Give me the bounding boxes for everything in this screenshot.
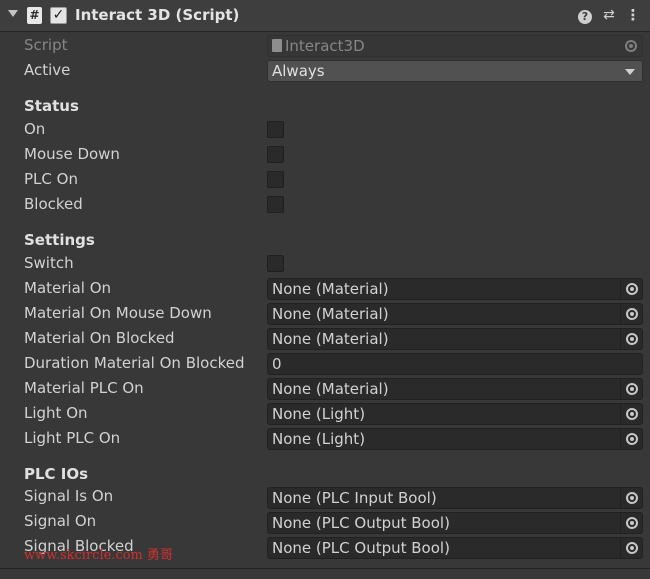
- divider: [0, 568, 650, 569]
- light-plc-on-field[interactable]: None (Light): [267, 428, 643, 450]
- material-plc-on-label: Material PLC On: [24, 379, 144, 397]
- signal-on-field[interactable]: None (PLC Output Bool): [267, 512, 643, 534]
- material-on-mouse-down-value: None (Material): [272, 305, 389, 323]
- light-on-label: Light On: [24, 404, 88, 422]
- signal-on-label: Signal On: [24, 512, 97, 530]
- active-value: Always: [272, 62, 325, 80]
- switch-checkbox[interactable]: [267, 255, 284, 272]
- light-plc-on-label: Light PLC On: [24, 429, 121, 447]
- object-picker-icon[interactable]: [620, 404, 642, 424]
- material-on-mouse-down-label: Material On Mouse Down: [24, 304, 212, 322]
- material-plc-on-value: None (Material): [272, 380, 389, 398]
- script-label: Script: [24, 36, 68, 54]
- status-blocked-label: Blocked: [24, 195, 83, 213]
- signal-is-on-value: None (PLC Input Bool): [272, 489, 437, 507]
- object-picker-icon[interactable]: [620, 329, 642, 349]
- duration-material-on-blocked-input[interactable]: 0: [267, 353, 643, 375]
- object-picker-icon[interactable]: [620, 488, 642, 508]
- object-picker-icon[interactable]: [620, 429, 642, 449]
- object-picker-icon[interactable]: [620, 279, 642, 299]
- status-mouse-down-label: Mouse Down: [24, 145, 120, 163]
- duration-material-on-blocked-label: Duration Material On Blocked: [24, 354, 245, 372]
- help-icon[interactable]: ?: [576, 6, 594, 24]
- hash-script-icon: #: [27, 7, 42, 24]
- status-on-label: On: [24, 120, 46, 138]
- dropdown-arrow-icon: [625, 69, 635, 75]
- switch-label: Switch: [24, 254, 74, 272]
- component-header[interactable]: # ✓ Interact 3D (Script) ? ⇄ ⋮: [0, 0, 650, 32]
- enabled-checkbox[interactable]: ✓: [50, 7, 67, 24]
- status-plc-on-checkbox[interactable]: [267, 171, 284, 188]
- script-value: Interact3D: [285, 37, 365, 55]
- material-plc-on-field[interactable]: None (Material): [267, 378, 643, 400]
- foldout-arrow-icon[interactable]: [8, 10, 18, 17]
- signal-is-on-label: Signal Is On: [24, 487, 114, 505]
- signal-is-on-field[interactable]: None (PLC Input Bool): [267, 487, 643, 509]
- object-picker-icon[interactable]: [620, 379, 642, 399]
- material-on-blocked-label: Material On Blocked: [24, 329, 175, 347]
- object-picker-icon: [620, 36, 642, 56]
- signal-blocked-field[interactable]: None (PLC Output Bool): [267, 537, 643, 559]
- material-on-blocked-field[interactable]: None (Material): [267, 328, 643, 350]
- light-plc-on-value: None (Light): [272, 430, 366, 448]
- signal-on-value: None (PLC Output Bool): [272, 514, 450, 532]
- active-dropdown[interactable]: Always: [267, 60, 643, 82]
- material-on-mouse-down-field[interactable]: None (Material): [267, 303, 643, 325]
- status-heading: Status: [24, 97, 79, 115]
- light-on-field[interactable]: None (Light): [267, 403, 643, 425]
- status-blocked-checkbox[interactable]: [267, 196, 284, 213]
- light-on-value: None (Light): [272, 405, 366, 423]
- object-picker-icon[interactable]: [620, 304, 642, 324]
- material-on-label: Material On: [24, 279, 112, 297]
- script-file-icon: [272, 39, 282, 52]
- preset-icon[interactable]: ⇄: [600, 6, 618, 24]
- script-field: Interact3D: [267, 35, 643, 57]
- active-label: Active: [24, 61, 71, 79]
- kebab-menu-icon[interactable]: ⋮: [624, 6, 642, 24]
- material-on-blocked-value: None (Material): [272, 330, 389, 348]
- plc-ios-heading: PLC IOs: [24, 465, 89, 483]
- settings-heading: Settings: [24, 231, 95, 249]
- object-picker-icon[interactable]: [620, 538, 642, 558]
- material-on-field[interactable]: None (Material): [267, 278, 643, 300]
- status-mouse-down-checkbox[interactable]: [267, 146, 284, 163]
- status-plc-on-label: PLC On: [24, 170, 78, 188]
- watermark: www.skcircle.com 勇哥: [24, 548, 174, 563]
- signal-blocked-value: None (PLC Output Bool): [272, 539, 450, 557]
- status-on-checkbox[interactable]: [267, 121, 284, 138]
- object-picker-icon[interactable]: [620, 513, 642, 533]
- component-title: Interact 3D (Script): [75, 6, 240, 24]
- material-on-value: None (Material): [272, 280, 389, 298]
